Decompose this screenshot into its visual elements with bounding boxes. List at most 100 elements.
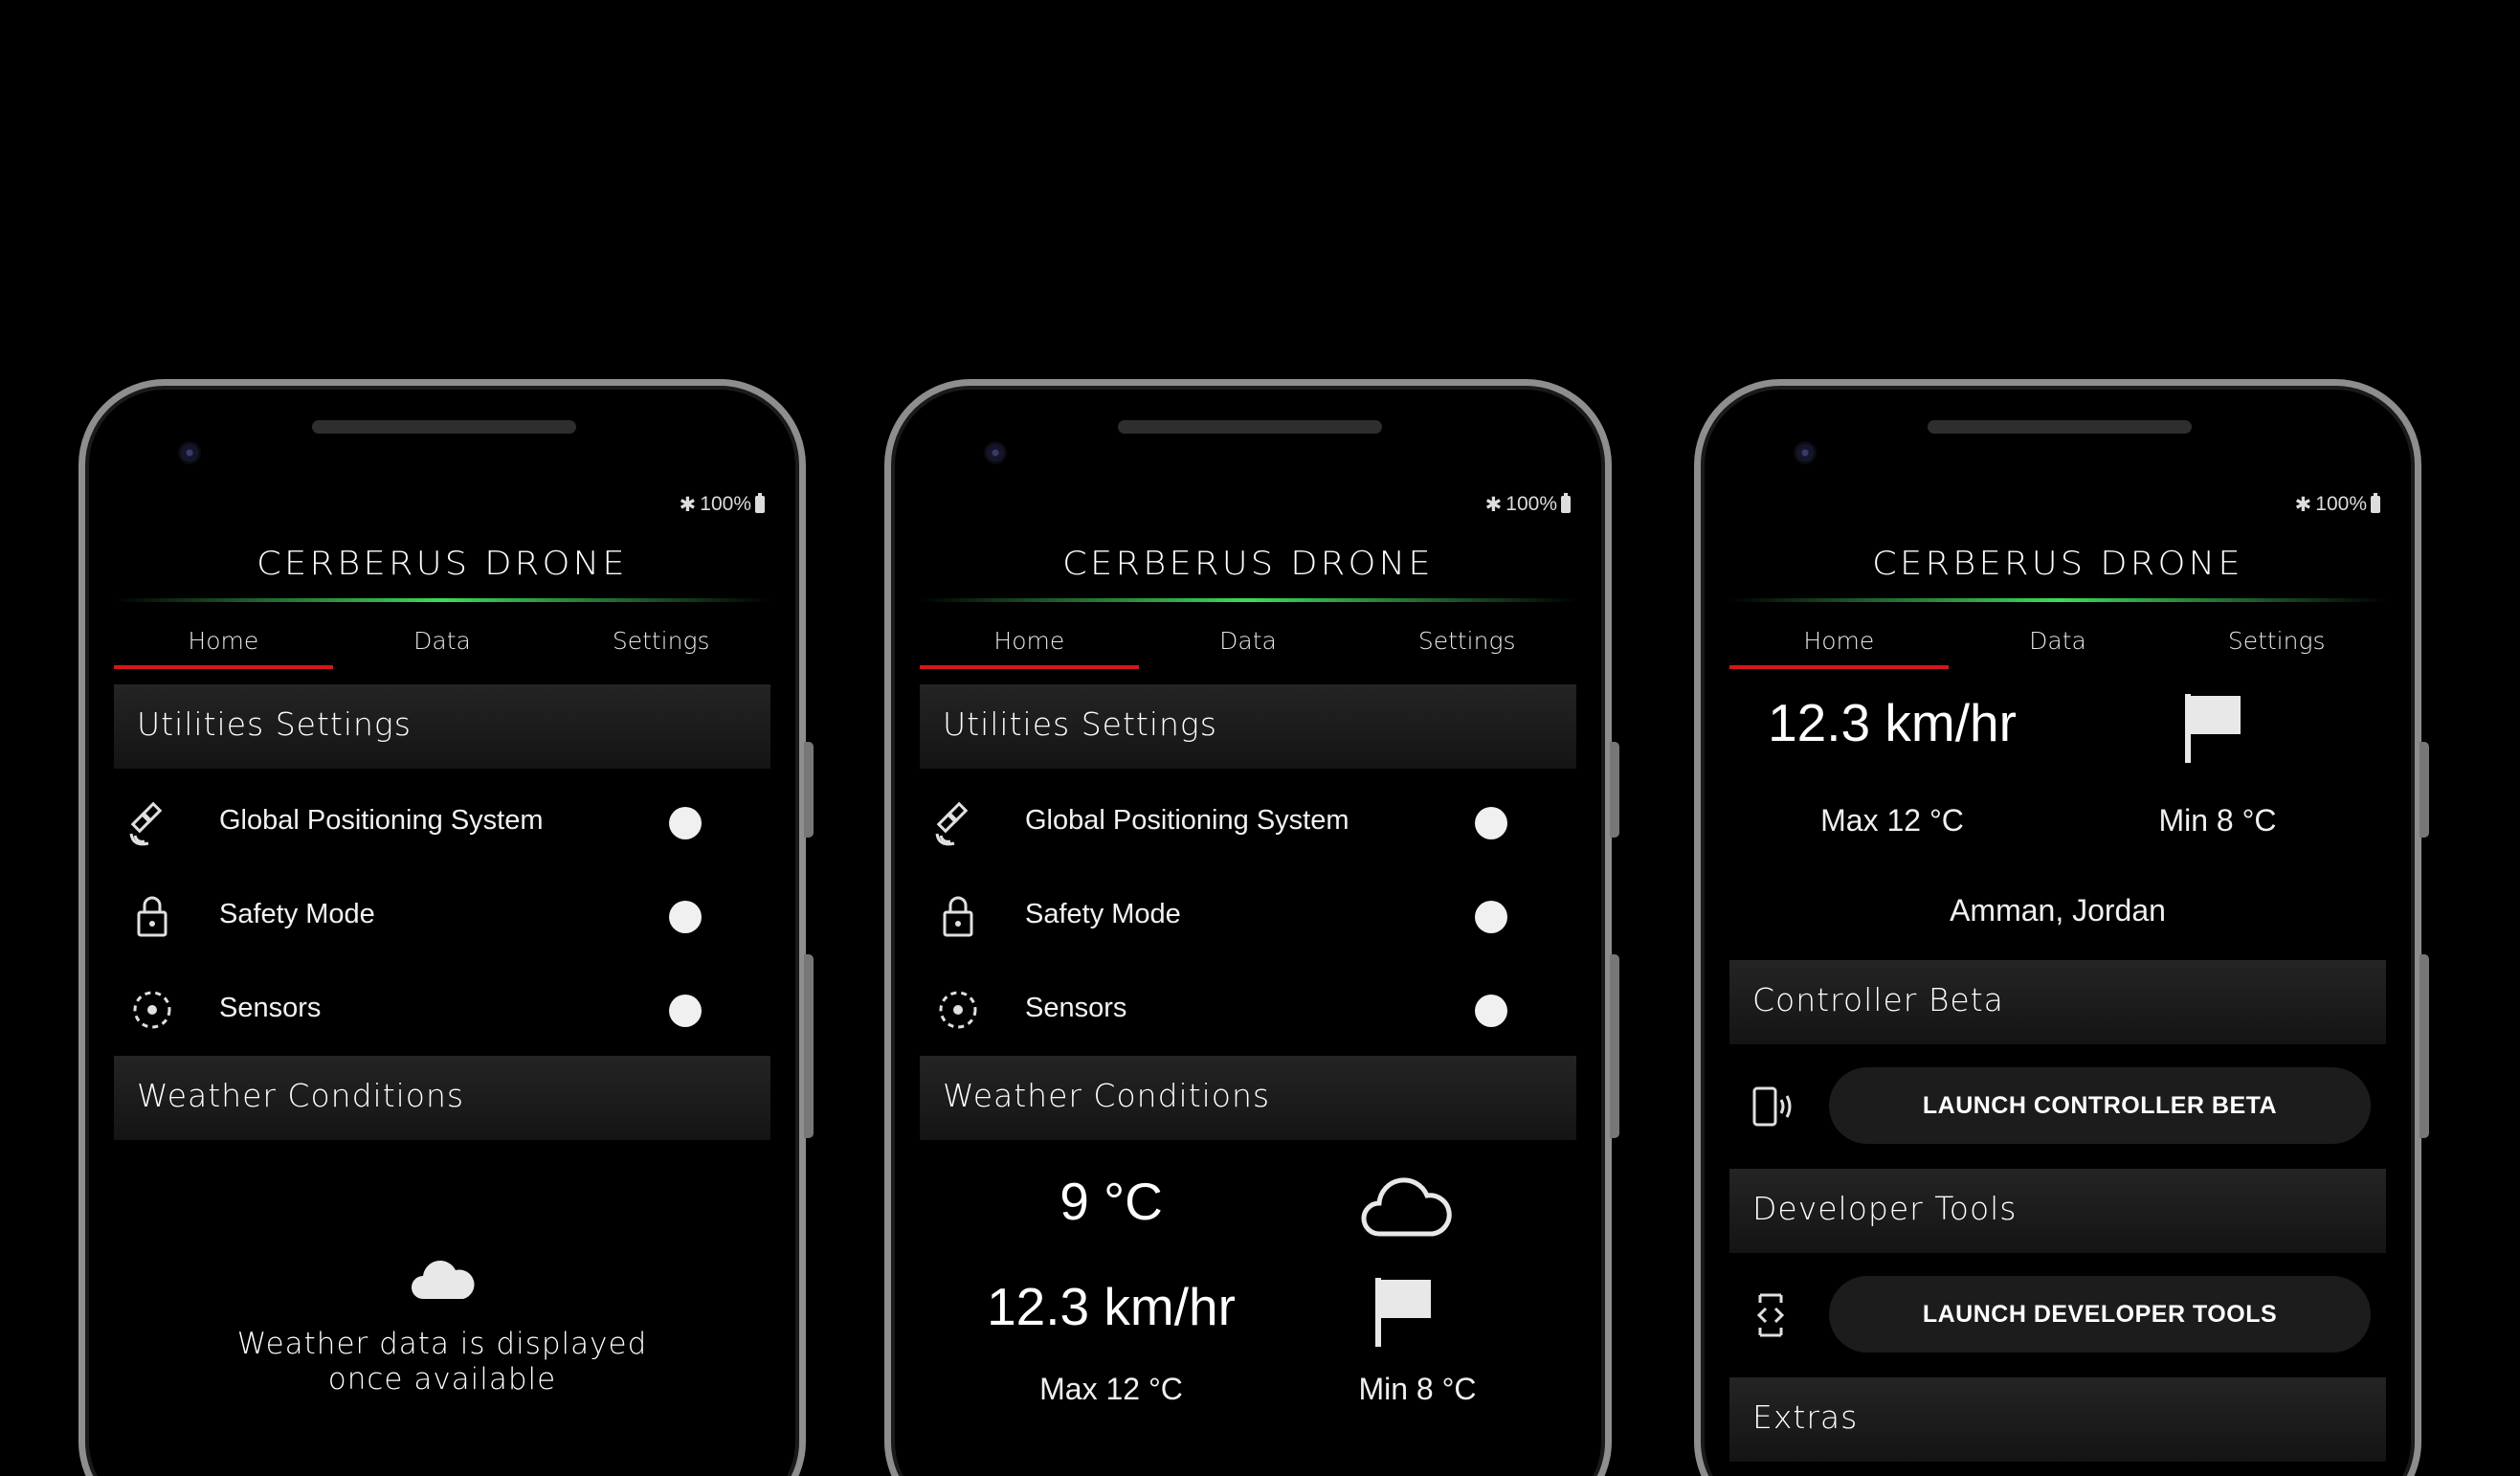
front-camera [1794,441,1817,464]
power-button [1610,954,1619,1138]
utility-label: Sensors [219,993,322,1023]
section-weather-conditions: Weather Conditions [114,1056,770,1140]
battery-level: 100% [1505,493,1557,515]
speaker-grille [312,420,576,434]
sensors-toggle[interactable] [1475,995,1507,1027]
gps-toggle[interactable] [669,807,702,839]
phone-vibrate-icon [1752,1086,1792,1127]
speaker-grille [1928,420,2192,434]
volume-button [1610,742,1619,838]
wind-speed-value: 12.3 km/hr [1768,693,2017,752]
weather-empty-state: Weather data is displayed once available [114,1257,770,1398]
utility-label: Safety Mode [219,899,375,929]
gps-toggle[interactable] [1475,807,1507,839]
utility-label: Global Positioning System [1025,805,1349,836]
lock-icon [137,896,167,937]
utility-row-safety[interactable]: Safety Mode [114,870,770,956]
launch-developer-tools-button[interactable]: LAUNCH DEVELOPER TOOLS [1829,1276,2371,1353]
lock-icon [943,896,973,937]
bluetooth-icon: ✱ [2294,493,2312,516]
sensor-icon [133,991,171,1029]
app-title: CERBERUS DRONE [1872,545,2243,583]
power-button [804,954,814,1138]
sensor-icon [939,991,977,1029]
utility-row-sensors[interactable]: Sensors [114,964,770,1050]
cloud-icon [412,1261,475,1299]
power-button [2420,954,2429,1138]
section-controller-beta: Controller Beta [1729,960,2386,1044]
app-screen-home-weather: ✱ 100% CERBERUS DRONE Home Data Settings… [920,491,1576,1476]
bluetooth-icon: ✱ [679,493,697,516]
min-temperature: Min 8 °C [1358,1372,1477,1406]
utility-row-gps[interactable]: Global Positioning System [920,776,1576,862]
section-developer-tools: Developer Tools [1729,1169,2386,1253]
phone-frame-1: ✱ 100% CERBERUS DRONE Home Data Settings… [78,379,814,1476]
status-bar: ✱ 100% [2295,491,2380,518]
utility-row-gps[interactable]: Global Positioning System [114,776,770,862]
location-label: Amman, Jordan [1950,893,2166,928]
phone-frame-3: ✱ 100% CERBERUS DRONE Home Data Settings… [1694,379,2429,1476]
min-temperature: Min 8 °C [2158,803,2277,838]
battery-icon [755,493,765,513]
max-temperature: Max 12 °C [1039,1372,1183,1406]
status-bar: ✱ 100% [1485,491,1571,518]
developer-row: LAUNCH DEVELOPER TOOLS [1729,1264,2386,1360]
weather-empty-line-1: Weather data is displayed [236,1327,648,1361]
section-utilities-settings: Utilities Settings [114,684,770,769]
utility-row-sensors[interactable]: Sensors [920,964,1576,1050]
launch-controller-beta-button[interactable]: LAUNCH CONTROLLER BETA [1829,1067,2371,1144]
utility-label: Safety Mode [1025,899,1181,929]
utility-label: Sensors [1025,993,1127,1023]
title-divider [1729,598,2386,602]
utility-row-safety[interactable]: Safety Mode [920,870,1576,956]
app-title: CERBERUS DRONE [256,545,628,583]
utility-label: Global Positioning System [219,805,544,836]
front-camera [178,441,201,464]
bluetooth-icon: ✱ [1484,493,1503,516]
phone-frame-2: ✱ 100% CERBERUS DRONE Home Data Settings… [884,379,1619,1476]
section-extras: Extras [1729,1377,2386,1462]
tab-settings[interactable]: Settings [1357,614,1576,669]
section-weather-conditions: Weather Conditions [920,1056,1576,1140]
app-screen-home-empty: ✱ 100% CERBERUS DRONE Home Data Settings… [114,491,770,1476]
title-divider [920,598,1576,602]
battery-icon [1561,493,1571,513]
battery-level: 100% [700,493,751,515]
battery-level: 100% [2315,493,2367,515]
battery-icon [2371,493,2380,513]
tab-home[interactable]: Home [114,614,333,669]
temperature-value: 9 °C [1059,1172,1163,1231]
tab-data[interactable]: Data [1949,614,2168,669]
tab-home[interactable]: Home [920,614,1139,669]
tab-home[interactable]: Home [1729,614,1949,669]
tab-bar: Home Data Settings [920,614,1576,669]
title-divider [114,598,770,602]
speaker-grille [1118,420,1382,434]
tab-settings[interactable]: Settings [551,614,770,669]
tab-settings[interactable]: Settings [2167,614,2386,669]
satellite-icon [935,801,969,846]
safety-mode-toggle[interactable] [1475,901,1507,933]
tab-data[interactable]: Data [1139,614,1358,669]
flag-icon [1375,1278,1431,1347]
app-screen-home-scrolled: ✱ 100% CERBERUS DRONE Home Data Settings… [1729,491,2386,1476]
section-utilities-settings: Utilities Settings [920,684,1576,769]
tab-bar: Home Data Settings [1729,614,2386,669]
front-camera [984,441,1007,464]
status-bar: ✱ 100% [680,491,765,518]
volume-button [804,742,814,838]
app-title: CERBERUS DRONE [1062,545,1434,583]
sensors-toggle[interactable] [669,995,702,1027]
developer-mode-icon [1756,1293,1785,1337]
weather-empty-line-2: once available [327,1362,557,1397]
satellite-icon [129,801,163,846]
controller-row: LAUNCH CONTROLLER BETA [1729,1056,2386,1152]
wind-speed-value: 12.3 km/hr [987,1277,1236,1336]
volume-button [2420,742,2429,838]
tab-bar: Home Data Settings [114,614,770,669]
flag-icon [2185,694,2241,763]
cloud-icon [1361,1177,1452,1237]
safety-mode-toggle[interactable] [669,901,702,933]
max-temperature: Max 12 °C [1820,803,1964,838]
tab-data[interactable]: Data [333,614,552,669]
